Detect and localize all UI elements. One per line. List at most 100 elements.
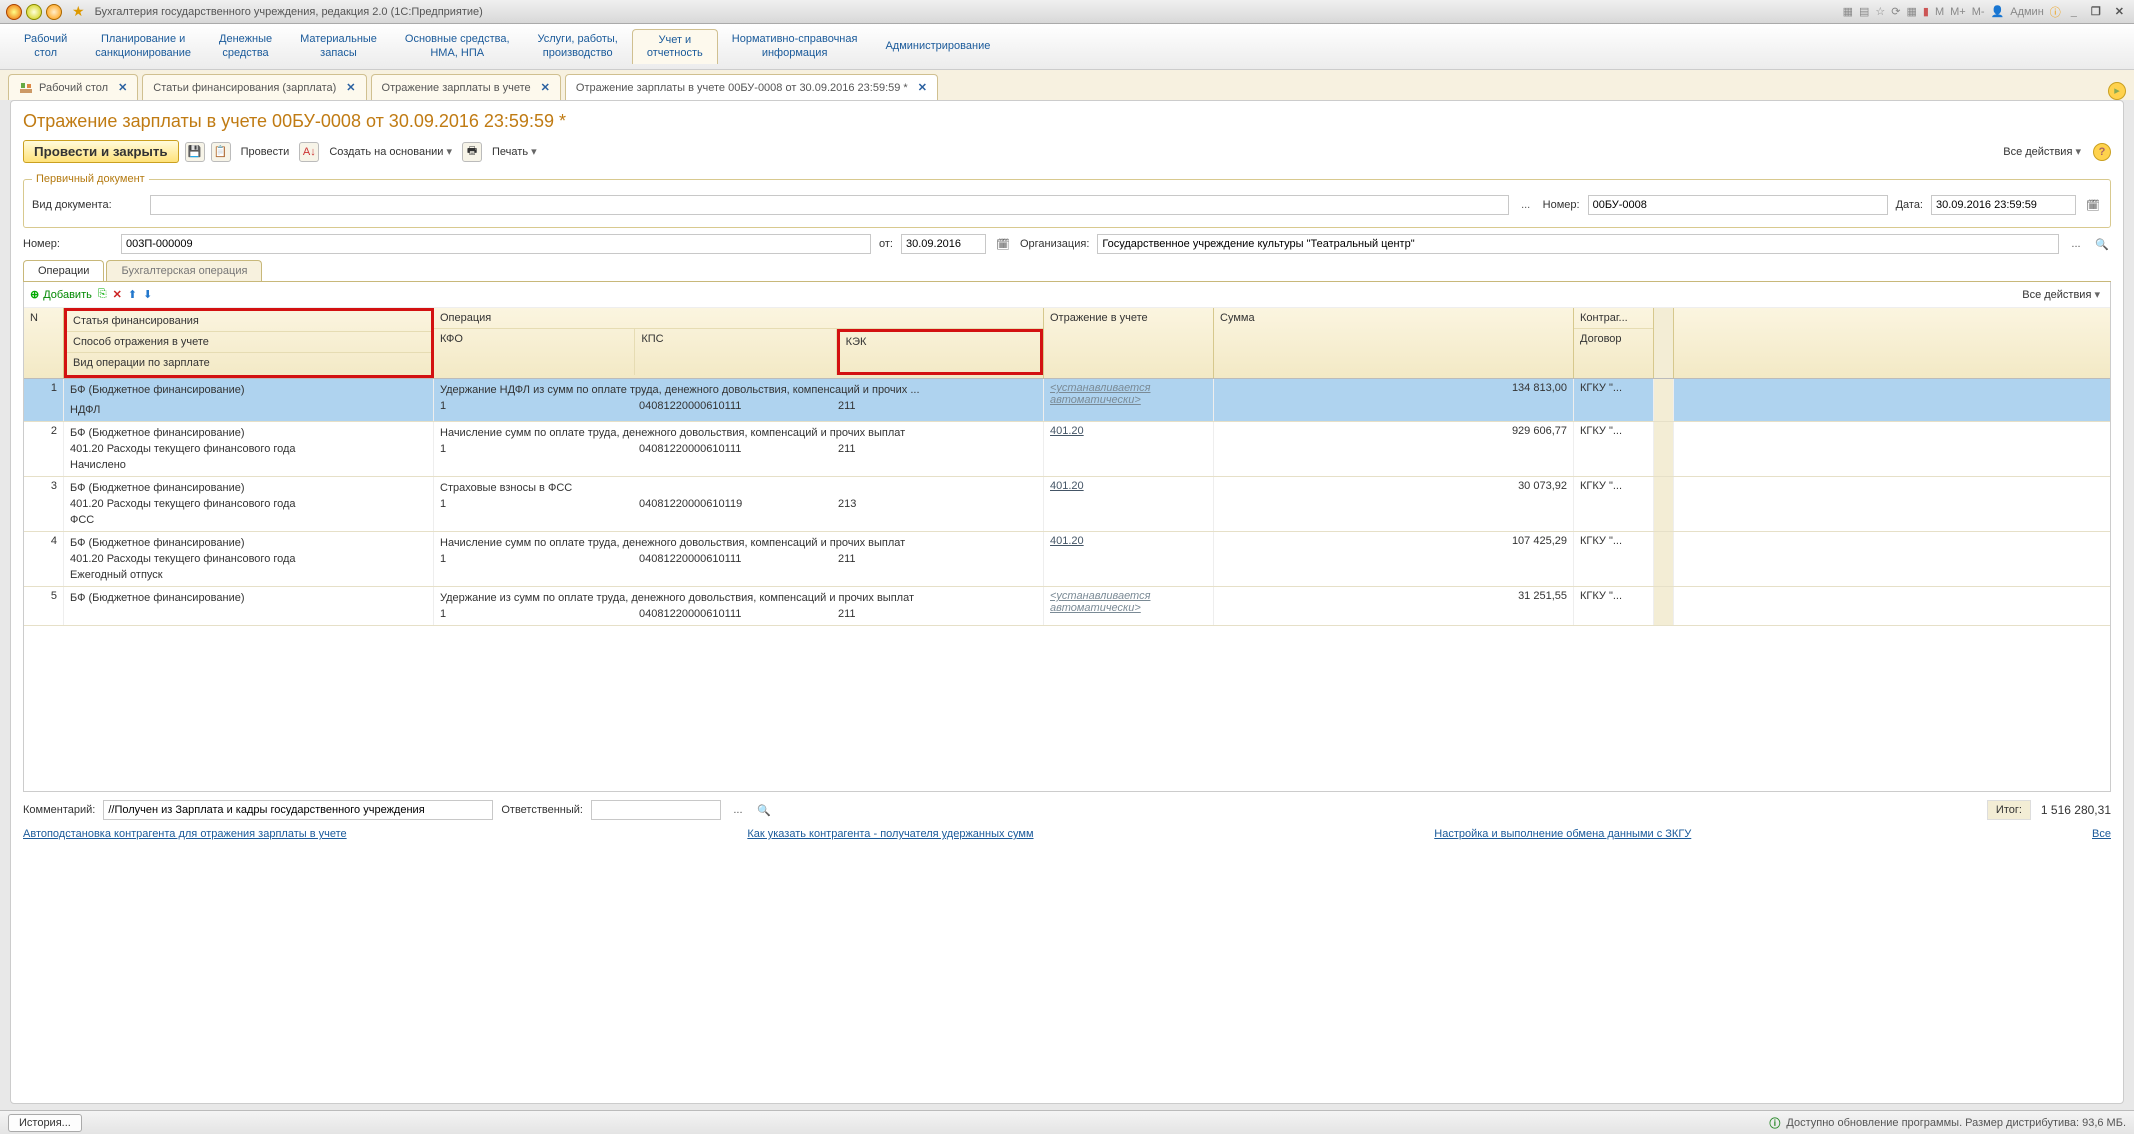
- tab-close-icon[interactable]: ✕: [346, 81, 355, 94]
- select-icon[interactable]: ...: [729, 804, 747, 816]
- nomer-input[interactable]: [1588, 195, 1888, 215]
- restore-button[interactable]: ❐: [2087, 5, 2105, 18]
- th-contract[interactable]: Договор: [1574, 329, 1653, 375]
- th-operation[interactable]: Операция: [434, 308, 1043, 329]
- delete-icon[interactable]: ✕: [113, 288, 122, 301]
- run-and-close-button[interactable]: Провести и закрыть: [23, 140, 179, 163]
- move-up-icon[interactable]: ⬆: [128, 288, 137, 301]
- tool-icon[interactable]: ⟳: [1891, 5, 1900, 18]
- grid-all-actions[interactable]: Все действия: [2018, 286, 2104, 303]
- th-salary-op-type[interactable]: Вид операции по зарплате: [67, 353, 431, 373]
- tool-icon[interactable]: ▦: [1843, 5, 1853, 18]
- nav-materials[interactable]: Материальные запасы: [286, 29, 391, 63]
- user-label[interactable]: Админ: [2010, 6, 2044, 18]
- table-row[interactable]: 2БФ (Бюджетное финансирование)401.20 Рас…: [24, 422, 2110, 477]
- th-kfo[interactable]: КФО: [434, 329, 635, 375]
- th-kek-highlight[interactable]: КЭК: [837, 329, 1043, 375]
- print-button[interactable]: Печать: [488, 143, 541, 160]
- scrollbar-track[interactable]: [1654, 532, 1674, 586]
- move-down-icon[interactable]: ⬇: [143, 288, 152, 301]
- table-row[interactable]: 4БФ (Бюджетное финансирование)401.20 Рас…: [24, 532, 2110, 587]
- copy-icon[interactable]: ⎘: [98, 288, 107, 301]
- nav-money[interactable]: Денежные средства: [205, 29, 286, 63]
- search-icon[interactable]: 🔍: [755, 804, 773, 817]
- cell-n: 1: [24, 379, 64, 421]
- nav-services[interactable]: Услуги, работы, производство: [524, 29, 632, 63]
- comment-input[interactable]: [103, 800, 493, 820]
- window-close-icon[interactable]: [6, 4, 22, 20]
- tab-close-icon[interactable]: ✕: [541, 81, 550, 94]
- table-row[interactable]: 1БФ (Бюджетное финансирование)НДФЛУдержа…: [24, 379, 2110, 422]
- favorite-icon[interactable]: ★: [72, 3, 85, 20]
- tool-icon[interactable]: ▦: [1906, 5, 1916, 18]
- nav-admin[interactable]: Администрирование: [871, 36, 1004, 57]
- nav-references[interactable]: Нормативно-справочная информация: [718, 29, 872, 63]
- tab-current-doc[interactable]: Отражение зарплаты в учете 00БУ-0008 от …: [565, 74, 938, 100]
- link-counterparty[interactable]: Как указать контрагента - получателя уде…: [747, 828, 1033, 840]
- history-button[interactable]: История...: [8, 1114, 82, 1132]
- scrollbar-track[interactable]: [1654, 587, 1674, 625]
- th-fin-article[interactable]: Статья финансирования: [67, 311, 431, 332]
- m-button[interactable]: M: [1935, 6, 1944, 18]
- run-icon[interactable]: 📋: [211, 142, 231, 162]
- inner-nomer-input[interactable]: [121, 234, 871, 254]
- window-max-icon[interactable]: [46, 4, 62, 20]
- tool-icon[interactable]: ▤: [1859, 5, 1869, 18]
- table-row[interactable]: 5БФ (Бюджетное финансирование)Удержание …: [24, 587, 2110, 626]
- nav-planning[interactable]: Планирование и санкционирование: [81, 29, 205, 63]
- scrollbar-track[interactable]: [1654, 422, 1674, 476]
- select-icon[interactable]: ...: [2067, 238, 2085, 250]
- date-input[interactable]: [1931, 195, 2076, 215]
- nav-assets[interactable]: Основные средства, НМА, НПА: [391, 29, 524, 63]
- tab-desktop[interactable]: Рабочий стол✕: [8, 74, 138, 100]
- update-notice[interactable]: ⓘ Доступно обновление программы. Размер …: [1769, 1115, 2126, 1131]
- scrollbar-track[interactable]: [1654, 308, 1674, 378]
- select-icon[interactable]: ...: [1517, 199, 1535, 211]
- tab-close-icon[interactable]: ✕: [118, 81, 127, 94]
- tabs-more-icon[interactable]: ▸: [2108, 82, 2126, 100]
- m-plus-button[interactable]: M+: [1950, 6, 1966, 18]
- tool-icon[interactable]: ☆: [1875, 5, 1885, 18]
- info-icon[interactable]: ⓘ: [2050, 4, 2061, 20]
- link-all[interactable]: Все: [2092, 828, 2111, 840]
- tab-close-icon[interactable]: ✕: [918, 81, 927, 94]
- th-reflect-method[interactable]: Способ отражения в учете: [67, 332, 431, 353]
- save-icon[interactable]: 💾: [185, 142, 205, 162]
- tab-operations[interactable]: Операции: [23, 260, 104, 281]
- calendar-icon[interactable]: 🗓: [2084, 199, 2102, 212]
- th-kps[interactable]: КПС: [635, 329, 836, 375]
- calendar-icon[interactable]: ▮: [1923, 5, 1929, 18]
- th-reflection[interactable]: Отражение в учете: [1044, 308, 1213, 378]
- tab-fin-articles[interactable]: Статьи финансирования (зарплата)✕: [142, 74, 366, 100]
- user-icon[interactable]: 👤: [1991, 5, 2005, 18]
- help-icon[interactable]: ?: [2093, 143, 2111, 161]
- th-sum[interactable]: Сумма: [1214, 308, 1573, 378]
- responsible-input[interactable]: [591, 800, 721, 820]
- run-button[interactable]: Провести: [237, 144, 294, 160]
- add-button[interactable]: ⊕Добавить: [30, 288, 92, 301]
- nav-desktop[interactable]: Рабочий стол: [10, 29, 81, 63]
- doc-type-input[interactable]: [150, 195, 1509, 215]
- scrollbar-track[interactable]: [1654, 477, 1674, 531]
- link-exchange[interactable]: Настройка и выполнение обмена данными с …: [1434, 828, 1691, 840]
- th-n[interactable]: N: [24, 308, 63, 378]
- th-counterparty[interactable]: Контраг...: [1574, 308, 1653, 329]
- scrollbar-track[interactable]: [1654, 379, 1674, 421]
- sort-icon[interactable]: A↓: [299, 142, 319, 162]
- window-min-icon[interactable]: [26, 4, 42, 20]
- close-button[interactable]: ✕: [2111, 5, 2128, 18]
- all-actions-button[interactable]: Все действия: [1999, 143, 2085, 160]
- m-minus-button[interactable]: M-: [1972, 6, 1985, 18]
- tab-salary-reflect[interactable]: Отражение зарплаты в учете✕: [371, 74, 561, 100]
- table-row[interactable]: 3БФ (Бюджетное финансирование)401.20 Рас…: [24, 477, 2110, 532]
- minimize-button[interactable]: _: [2067, 6, 2081, 18]
- ot-input[interactable]: [901, 234, 986, 254]
- org-input[interactable]: [1097, 234, 2059, 254]
- create-on-button[interactable]: Создать на основании: [325, 143, 456, 160]
- search-icon[interactable]: 🔍: [2093, 238, 2111, 251]
- nav-accounting[interactable]: Учет и отчетность: [632, 29, 718, 64]
- tab-buh-operation[interactable]: Бухгалтерская операция: [106, 260, 262, 281]
- print-icon[interactable]: 🖶: [462, 142, 482, 162]
- link-autosubst[interactable]: Автоподстановка контрагента для отражени…: [23, 828, 347, 840]
- calendar-icon[interactable]: 🗓: [994, 238, 1012, 251]
